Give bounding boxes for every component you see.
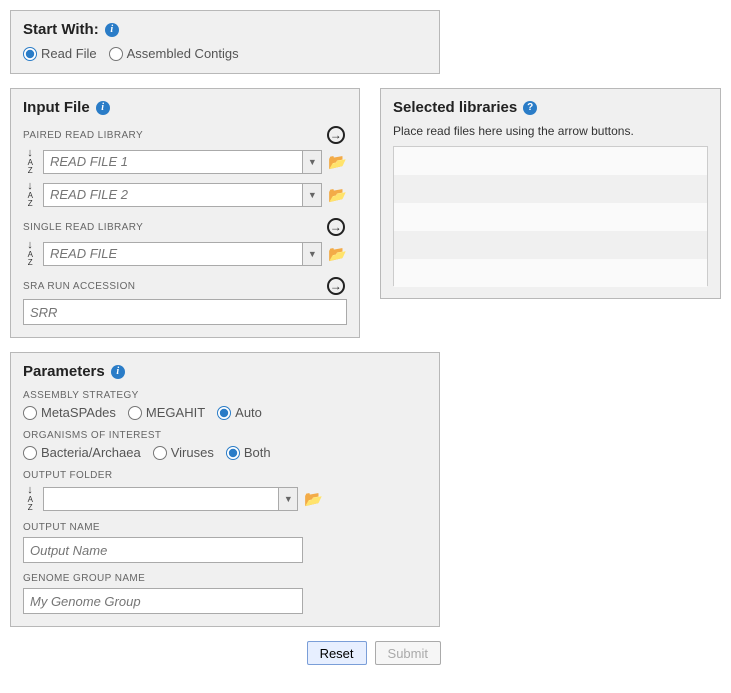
input-file-title-text: Input File [23, 99, 90, 116]
sra-run-label: SRA RUN ACCESSION → [23, 277, 347, 295]
org-bacteria-label: Bacteria/Archaea [41, 445, 141, 460]
start-with-panel: Start With: i Read File Assembled Contig… [10, 10, 440, 74]
input-file-title: Input File i [23, 99, 347, 116]
strategy-label-text: ASSEMBLY STRATEGY [23, 390, 139, 401]
org-viruses-label: Viruses [171, 445, 214, 460]
organisms-label-text: ORGANISMS OF INTEREST [23, 430, 161, 441]
read-file-2-dropdown[interactable]: ▼ [302, 183, 322, 207]
strategy-auto-option[interactable]: Auto [217, 405, 262, 420]
submit-button[interactable]: Submit [375, 641, 441, 665]
selected-libraries-title-text: Selected libraries [393, 99, 517, 116]
form-buttons: Reset Submit [10, 641, 721, 665]
selected-libraries-hint: Place read files here using the arrow bu… [393, 124, 708, 138]
strategy-megahit-radio[interactable] [128, 406, 142, 420]
sra-label-text: SRA RUN ACCESSION [23, 281, 135, 292]
selected-libraries-panel: Selected libraries ? Place read files he… [380, 88, 721, 299]
parameters-panel: Parameters i ASSEMBLY STRATEGY MetaSPAde… [10, 352, 440, 627]
org-both-option[interactable]: Both [226, 445, 271, 460]
list-item [394, 259, 707, 287]
info-icon[interactable]: i [96, 101, 110, 115]
assembly-strategy-label: ASSEMBLY STRATEGY [23, 390, 427, 401]
org-viruses-radio[interactable] [153, 446, 167, 460]
sort-icon[interactable]: ↓AZ [23, 148, 37, 175]
add-paired-arrow-icon[interactable]: → [327, 126, 345, 144]
start-assembled-label: Assembled Contigs [127, 46, 239, 61]
folder-icon[interactable]: 📂 [328, 245, 347, 263]
single-label-text: SINGLE READ LIBRARY [23, 222, 143, 233]
start-assembled-radio[interactable] [109, 47, 123, 61]
start-with-title-text: Start With: [23, 21, 99, 38]
read-file-1-input[interactable] [43, 150, 302, 174]
start-with-title: Start With: i [23, 21, 427, 38]
output-name-label: OUTPUT NAME [23, 522, 427, 533]
single-read-dropdown[interactable]: ▼ [302, 242, 322, 266]
output-folder-combo: ▼ [43, 487, 298, 511]
genome-group-label: GENOME GROUP NAME [23, 573, 427, 584]
start-read-file-radio[interactable] [23, 47, 37, 61]
read-file-1-row: ↓AZ ▼ 📂 [23, 148, 347, 175]
genome-group-input[interactable] [23, 588, 303, 614]
parameters-title: Parameters i [23, 363, 427, 380]
strategy-auto-radio[interactable] [217, 406, 231, 420]
list-item [394, 203, 707, 231]
add-single-arrow-icon[interactable]: → [327, 218, 345, 236]
start-with-radios: Read File Assembled Contigs [23, 46, 427, 61]
output-folder-dropdown[interactable]: ▼ [278, 487, 298, 511]
strategy-megahit-label: MEGAHIT [146, 405, 205, 420]
start-read-file-label: Read File [41, 46, 97, 61]
start-read-file-option[interactable]: Read File [23, 46, 97, 61]
org-both-radio[interactable] [226, 446, 240, 460]
help-icon[interactable]: ? [523, 101, 537, 115]
input-file-panel: Input File i PAIRED READ LIBRARY → ↓AZ ▼… [10, 88, 360, 338]
output-name-label-text: OUTPUT NAME [23, 522, 100, 533]
assembly-strategy-radios: MetaSPAdes MEGAHIT Auto [23, 405, 427, 420]
selected-libraries-title: Selected libraries ? [393, 99, 708, 116]
read-file-1-dropdown[interactable]: ▼ [302, 150, 322, 174]
add-sra-arrow-icon[interactable]: → [327, 277, 345, 295]
single-read-input[interactable] [43, 242, 302, 266]
sra-input[interactable] [23, 299, 347, 325]
org-viruses-option[interactable]: Viruses [153, 445, 214, 460]
genome-group-label-text: GENOME GROUP NAME [23, 573, 145, 584]
single-read-combo: ▼ [43, 242, 322, 266]
sort-icon[interactable]: ↓AZ [23, 485, 37, 512]
sort-icon[interactable]: ↓AZ [23, 240, 37, 267]
org-bacteria-option[interactable]: Bacteria/Archaea [23, 445, 141, 460]
folder-icon[interactable]: 📂 [328, 186, 347, 204]
reset-button[interactable]: Reset [307, 641, 367, 665]
info-icon[interactable]: i [111, 365, 125, 379]
strategy-megahit-option[interactable]: MEGAHIT [128, 405, 205, 420]
org-bacteria-radio[interactable] [23, 446, 37, 460]
output-name-input[interactable] [23, 537, 303, 563]
output-folder-label: OUTPUT FOLDER [23, 470, 427, 481]
read-file-2-input[interactable] [43, 183, 302, 207]
strategy-auto-label: Auto [235, 405, 262, 420]
read-file-1-combo: ▼ [43, 150, 322, 174]
selected-libraries-dropzone[interactable] [393, 146, 708, 286]
paired-label-text: PAIRED READ LIBRARY [23, 130, 143, 141]
parameters-title-text: Parameters [23, 363, 105, 380]
read-file-2-combo: ▼ [43, 183, 322, 207]
info-icon[interactable]: i [105, 23, 119, 37]
start-assembled-option[interactable]: Assembled Contigs [109, 46, 239, 61]
strategy-metaspades-label: MetaSPAdes [41, 405, 116, 420]
org-both-label: Both [244, 445, 271, 460]
read-file-2-row: ↓AZ ▼ 📂 [23, 181, 347, 208]
organisms-label: ORGANISMS OF INTEREST [23, 430, 427, 441]
paired-read-library-label: PAIRED READ LIBRARY → [23, 126, 347, 144]
list-item [394, 147, 707, 175]
single-read-library-label: SINGLE READ LIBRARY → [23, 218, 347, 236]
single-read-row: ↓AZ ▼ 📂 [23, 240, 347, 267]
list-item [394, 175, 707, 203]
folder-icon[interactable]: 📂 [304, 490, 323, 508]
list-item [394, 231, 707, 259]
output-folder-label-text: OUTPUT FOLDER [23, 470, 112, 481]
output-folder-row: ↓AZ ▼ 📂 [23, 485, 323, 512]
organisms-radios: Bacteria/Archaea Viruses Both [23, 445, 427, 460]
strategy-metaspades-option[interactable]: MetaSPAdes [23, 405, 116, 420]
strategy-metaspades-radio[interactable] [23, 406, 37, 420]
folder-icon[interactable]: 📂 [328, 153, 347, 171]
sort-icon[interactable]: ↓AZ [23, 181, 37, 208]
output-folder-input[interactable] [43, 487, 278, 511]
